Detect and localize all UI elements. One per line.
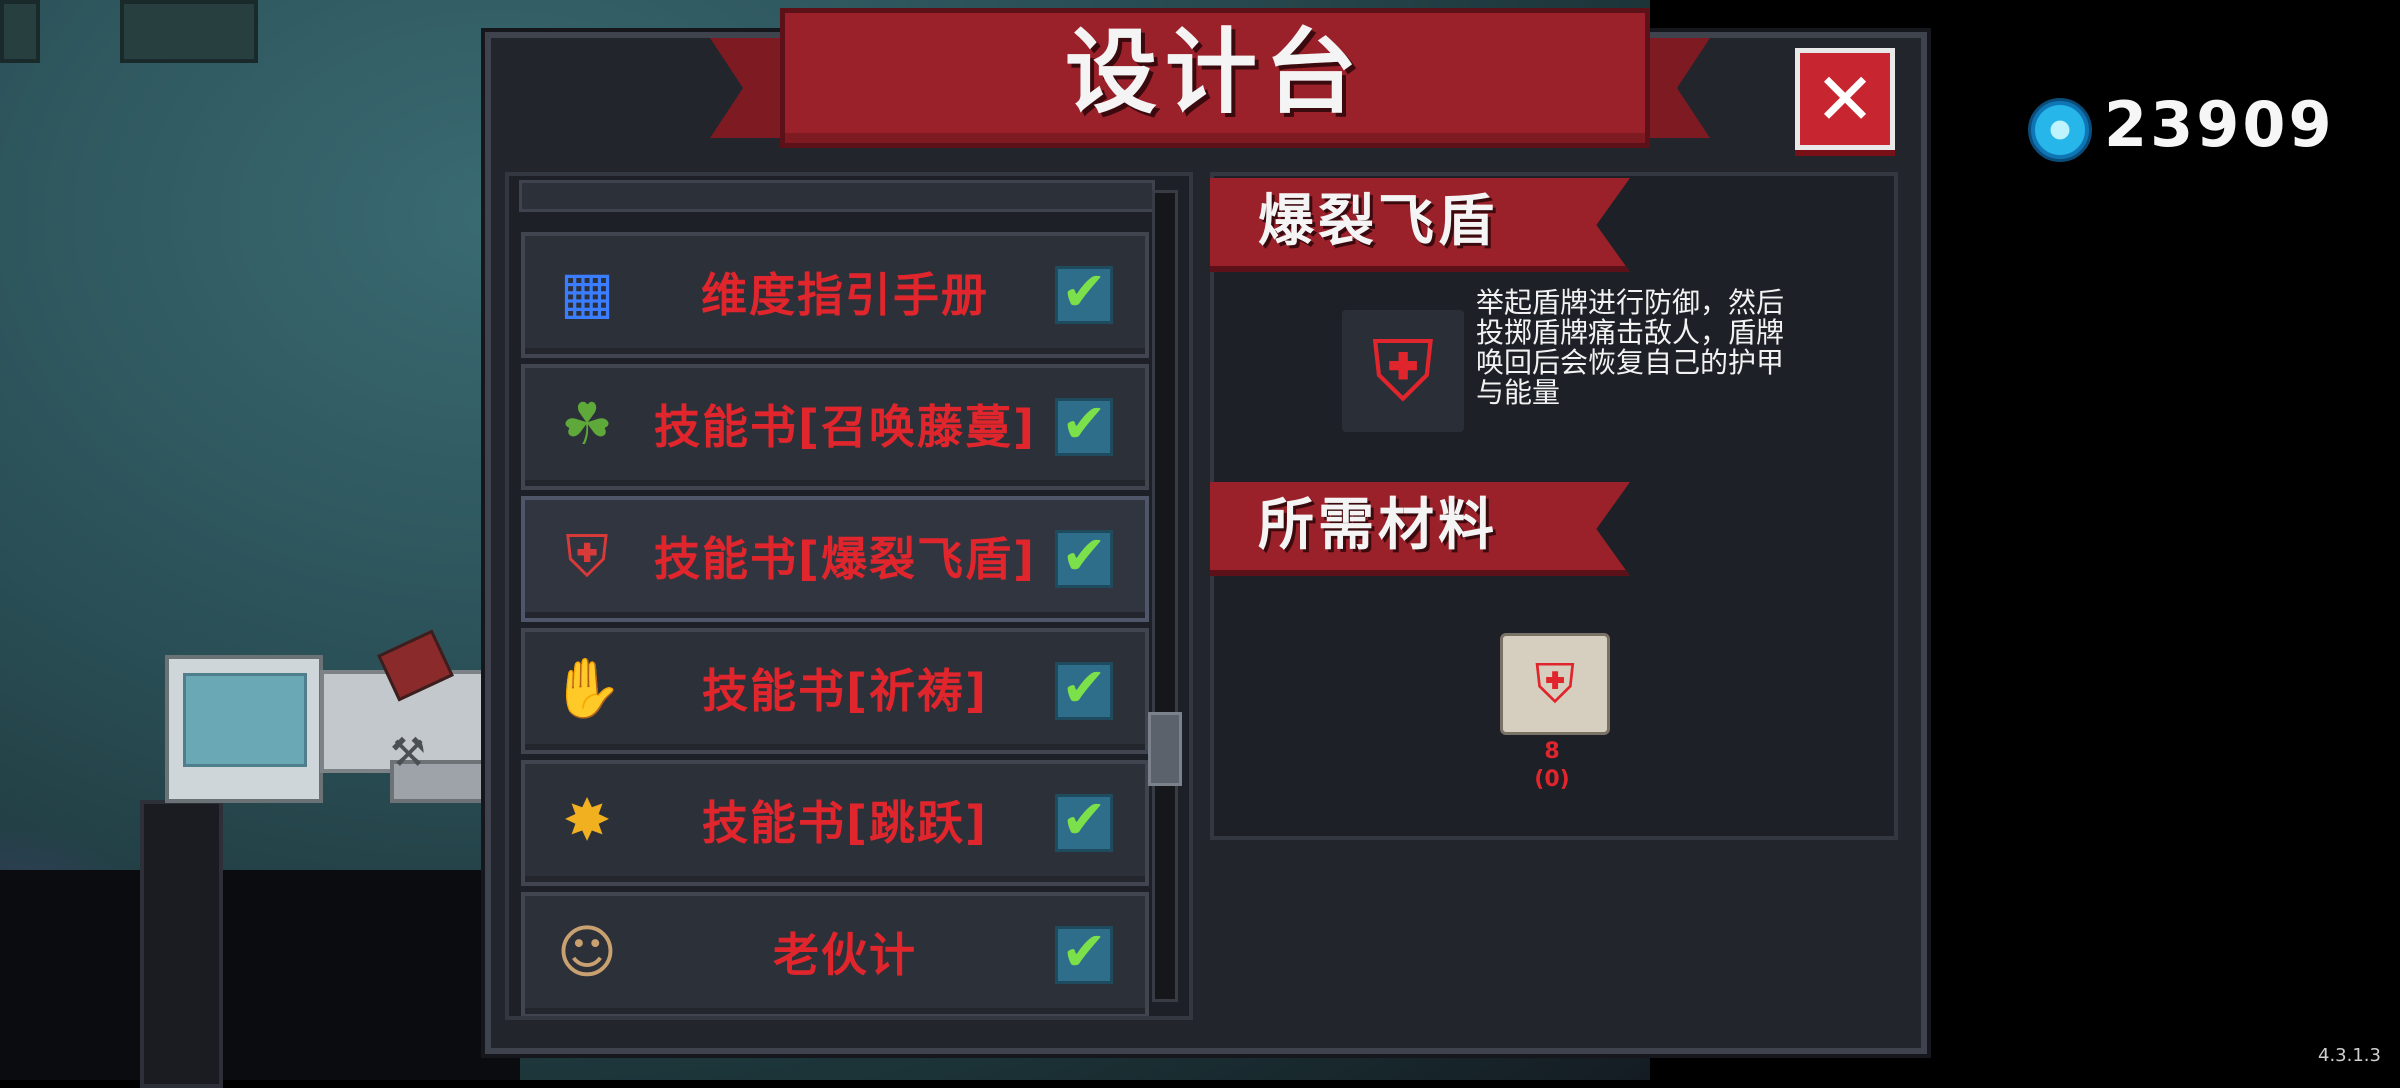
page-title: 设计台: [1064, 19, 1365, 126]
checkmark-icon: ✔: [1055, 793, 1113, 852]
checkmark-icon: ✔: [1055, 925, 1113, 984]
recipe-item-label: 技能书[祈祷]: [701, 664, 989, 718]
dimension-manual-icon: ▦: [559, 258, 615, 326]
checkmark-icon: ✔: [1055, 529, 1113, 588]
blue-gem-icon: [2028, 98, 2092, 162]
title-banner: 设计台: [710, 8, 1710, 158]
checkmark-icon: ✔: [1055, 661, 1113, 720]
gem-count: 23909: [2104, 88, 2335, 161]
scene-computer-monitor: [165, 655, 323, 803]
recipe-item-label: 老伙计: [773, 928, 917, 982]
old-buddy-character-icon: ☺: [556, 918, 618, 986]
scene-wall-tile: [0, 0, 40, 63]
prayer-hand-icon: ✋: [550, 654, 624, 722]
item-description: 举起盾牌进行防御，然后 投掷盾牌痛击敌人，盾牌 唤回后会恢复自己的护甲 与能量: [1476, 288, 1816, 408]
scene-pillar: [140, 800, 223, 1088]
material-required: 8: [1544, 739, 1560, 764]
recipe-item-flying-shield[interactable]: ⛨ 技能书[爆裂飞盾] ✔: [521, 496, 1149, 622]
material-count: 8 (0): [1500, 738, 1604, 794]
scene-wall-tile: [120, 0, 258, 63]
description-line: 举起盾牌进行防御，然后: [1476, 286, 1785, 319]
description-line: 与能量: [1476, 376, 1561, 409]
version-label: 4.3.1.3: [2318, 1045, 2381, 1066]
recipe-list[interactable]: ▦ 维度指引手册 ✔ ☘ 技能书[召唤藤蔓] ✔ ⛨ 技能书[爆裂飞盾] ✔ ✋…: [505, 172, 1193, 1020]
checkmark-icon: ✔: [1055, 265, 1113, 324]
recipe-item-label: 技能书[爆裂飞盾]: [653, 532, 1037, 586]
recipe-item-label: 技能书[跳跃]: [701, 796, 989, 850]
recipe-item-jump[interactable]: ✸ 技能书[跳跃] ✔: [521, 760, 1149, 886]
description-line: 投掷盾牌痛击敌人，盾牌: [1476, 316, 1785, 349]
item-name-ribbon: 爆裂飞盾: [1210, 178, 1630, 272]
material-owned: (0): [1534, 767, 1570, 792]
recipe-item-label: 维度指引手册: [701, 268, 989, 322]
flying-shield-icon: ⛨: [1342, 310, 1464, 432]
close-icon: ✕: [1814, 57, 1876, 141]
vine-summon-icon: ☘: [561, 390, 613, 458]
shield-scroll-icon[interactable]: ⛨: [1500, 633, 1610, 735]
recipe-item-dimension-manual[interactable]: ▦ 维度指引手册 ✔: [521, 232, 1149, 358]
close-button[interactable]: ✕: [1795, 48, 1895, 150]
materials-ribbon: 所需材料: [1210, 482, 1630, 576]
scrollbar-thumb[interactable]: [1148, 712, 1182, 786]
list-item-partial: [519, 180, 1155, 212]
jump-burst-icon: ✸: [562, 786, 612, 854]
flying-shield-icon: ⛨: [565, 522, 609, 590]
recipe-item-old-buddy[interactable]: ☺ 老伙计 ✔: [521, 892, 1149, 1016]
item-name: 爆裂飞盾: [1258, 189, 1498, 254]
checkmark-icon: ✔: [1055, 397, 1113, 456]
recipe-item-vine-summon[interactable]: ☘ 技能书[召唤藤蔓] ✔: [521, 364, 1149, 490]
scene-floor: [0, 870, 520, 1080]
recipe-item-label: 技能书[召唤藤蔓]: [653, 400, 1037, 454]
recipe-item-prayer[interactable]: ✋ 技能书[祈祷] ✔: [521, 628, 1149, 754]
description-line: 唤回后会恢复自己的护甲: [1476, 346, 1785, 379]
recipe-list-scrollbar[interactable]: [1152, 190, 1178, 1002]
materials-title: 所需材料: [1258, 493, 1498, 558]
hammer-icon: ⚒: [390, 730, 426, 776]
